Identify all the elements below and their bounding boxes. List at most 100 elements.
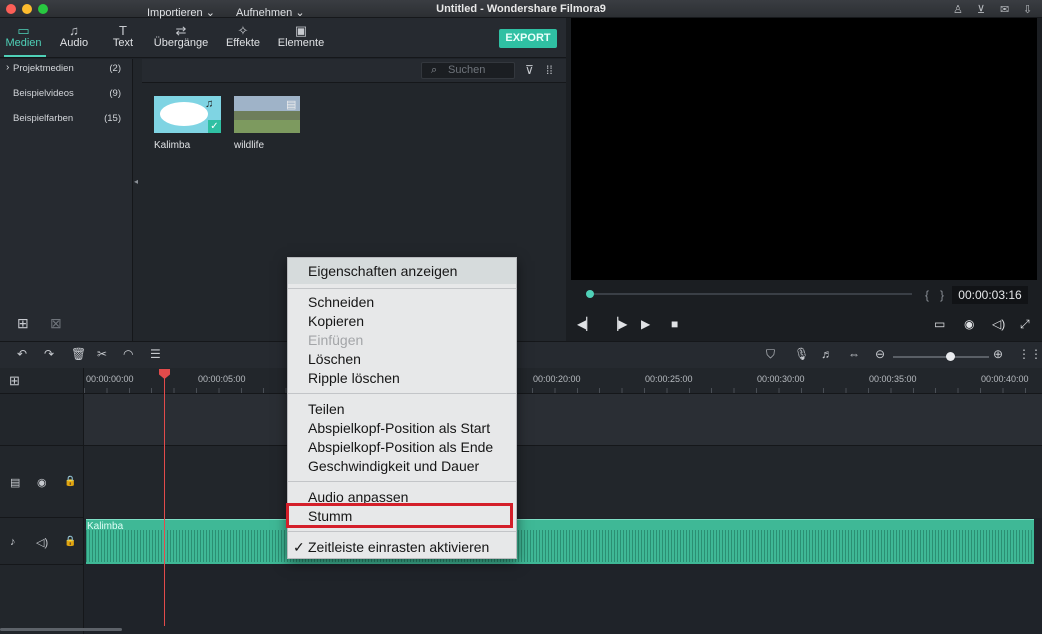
snapshot-icon[interactable]: ◉ bbox=[964, 317, 974, 331]
library-item-label: Projektmedien bbox=[13, 63, 74, 74]
timeline-scrollbar[interactable] bbox=[0, 628, 122, 631]
delete-icon[interactable]: 🗑 bbox=[71, 347, 86, 361]
video-track-header: ▤ ◉ 🔒 bbox=[0, 446, 84, 518]
marker-icon[interactable]: ⛉ bbox=[766, 347, 775, 362]
cut-icon[interactable]: ✂ bbox=[97, 347, 107, 361]
library-item-count: (2) bbox=[109, 63, 121, 74]
menu-item-kopieren[interactable]: Kopieren bbox=[308, 313, 364, 329]
render-preview-icon[interactable]: ▭ bbox=[934, 317, 945, 331]
checkmark-icon: ✓ bbox=[293, 539, 305, 555]
lock-icon[interactable]: 🔒 bbox=[64, 536, 76, 547]
tab-uebergaenge[interactable]: ⇄ Übergänge bbox=[150, 18, 212, 58]
stop-icon[interactable]: ■ bbox=[671, 317, 678, 331]
grid-view-icon[interactable]: ⁞⁞ bbox=[546, 63, 553, 77]
speaker-icon[interactable]: ◁) bbox=[36, 536, 48, 549]
menu-item-teilen[interactable]: Teilen bbox=[308, 401, 345, 417]
add-track-icon[interactable]: ⊞ bbox=[9, 373, 20, 389]
ruler-label: 00:00:30:00 bbox=[757, 374, 805, 384]
audio-mixer-icon[interactable]: ♬ bbox=[821, 347, 833, 361]
tab-label: Text bbox=[112, 37, 134, 49]
timeline-grip-icon[interactable]: ⋮⋮ bbox=[1018, 347, 1042, 361]
tab-label: Audio bbox=[59, 37, 89, 49]
tab-label: Übergänge bbox=[153, 37, 209, 49]
add-folder-icon[interactable]: ⊞ bbox=[17, 315, 29, 332]
tab-label: Effekte bbox=[225, 37, 261, 49]
zoom-slider[interactable] bbox=[893, 356, 989, 358]
tab-effekte[interactable]: ✧ Effekte bbox=[220, 18, 266, 58]
film-icon: ▤ bbox=[10, 477, 21, 489]
redo-icon[interactable]: ↷ bbox=[44, 347, 54, 361]
scrubber-handle[interactable] bbox=[586, 290, 594, 298]
lock-icon[interactable]: 🔒 bbox=[64, 476, 76, 487]
menu-item-ripple-loeschen[interactable]: Ripple löschen bbox=[308, 370, 400, 386]
filter-icon[interactable]: ⊽ bbox=[525, 63, 534, 77]
fullscreen-icon[interactable]: ⤢ bbox=[1020, 317, 1030, 332]
sidebar-collapse-handle[interactable] bbox=[133, 59, 142, 341]
preview-scrubber[interactable] bbox=[590, 293, 912, 295]
video-track[interactable] bbox=[84, 446, 1042, 518]
tab-label: Elemente bbox=[277, 37, 325, 49]
active-tab-indicator bbox=[4, 55, 46, 57]
zoom-in-icon[interactable]: ⊕ bbox=[993, 347, 1003, 361]
delete-folder-icon[interactable]: ⊠ bbox=[50, 315, 62, 332]
menu-item-einfuegen: Einfügen bbox=[308, 332, 364, 348]
preview-timecode: 00:00:03:16 bbox=[952, 286, 1028, 304]
fit-timeline-icon[interactable]: ⇔ bbox=[848, 347, 860, 361]
ruler-label: 00:00:05:00 bbox=[198, 374, 246, 384]
tab-text[interactable]: T Text bbox=[104, 18, 142, 58]
speed-icon[interactable]: ◠ bbox=[123, 347, 133, 361]
tab-elemente[interactable]: ▣ Elemente bbox=[274, 18, 328, 58]
eye-icon[interactable]: ◉ bbox=[37, 476, 47, 489]
mail-icon[interactable]: ✉ bbox=[1000, 3, 1009, 16]
folder-icon: ▭ bbox=[17, 23, 30, 38]
export-button[interactable]: EXPORT bbox=[499, 29, 557, 48]
mark-out-icon[interactable]: } bbox=[940, 288, 944, 302]
next-frame-icon[interactable]: ▕▶ bbox=[609, 317, 627, 331]
undo-icon[interactable]: ↶ bbox=[17, 347, 27, 361]
library-item-label: Beispielvideos bbox=[13, 88, 74, 99]
zoom-out-icon[interactable]: ⊖ bbox=[875, 347, 885, 361]
library-item-beispielfarben[interactable]: Beispielfarben (15) bbox=[0, 110, 133, 126]
tab-medien[interactable]: ▭ Medien bbox=[0, 18, 47, 58]
import-dropdown[interactable]: Importieren ⌄ bbox=[147, 6, 215, 19]
media-thumbnail-wildlife[interactable]: ▤ bbox=[234, 96, 300, 133]
menu-item-abspielkopf-start[interactable]: Abspielkopf-Position als Start bbox=[308, 420, 490, 436]
zoom-slider-handle[interactable] bbox=[946, 352, 955, 361]
media-thumbnail-kalimba[interactable]: ♫ ✓ bbox=[154, 96, 221, 133]
microphone-icon[interactable]: 🎙 bbox=[794, 347, 809, 361]
play-icon[interactable]: ▶ bbox=[641, 317, 650, 331]
tab-label: Medien bbox=[5, 37, 42, 49]
adjust-icon[interactable]: ☰ bbox=[150, 347, 161, 361]
tab-audio[interactable]: ♫ Audio bbox=[52, 18, 96, 58]
record-dropdown[interactable]: Aufnehmen ⌄ bbox=[236, 6, 305, 19]
previous-frame-icon[interactable]: ◀▏ bbox=[577, 317, 595, 331]
account-icon[interactable]: ♙ bbox=[953, 3, 963, 16]
media-name: Kalimba bbox=[154, 140, 191, 151]
menu-item-abspielkopf-ende[interactable]: Abspielkopf-Position als Ende bbox=[308, 439, 493, 455]
playhead-line bbox=[164, 374, 165, 626]
image-icon: ▣ bbox=[294, 23, 308, 38]
ruler-label: 00:00:35:00 bbox=[869, 374, 917, 384]
transition-icon: ⇄ bbox=[175, 23, 187, 38]
library-item-beispielvideos[interactable]: Beispielvideos (9) bbox=[0, 85, 133, 101]
search-icon: ⌕ bbox=[431, 64, 438, 76]
collapse-arrow-icon[interactable]: ◂ bbox=[134, 177, 138, 186]
effects-icon: ✧ bbox=[237, 23, 249, 38]
menu-item-schneiden[interactable]: Schneiden bbox=[308, 294, 374, 310]
video-file-icon: ▤ bbox=[286, 99, 297, 111]
cart-icon[interactable]: ⊻ bbox=[977, 3, 985, 16]
library-item-label: Beispielfarben bbox=[13, 113, 74, 124]
menu-item-zeitleiste-einrasten[interactable]: Zeitleiste einrasten aktivieren bbox=[308, 539, 489, 555]
menu-item-geschwindigkeit[interactable]: Geschwindigkeit und Dauer bbox=[308, 458, 479, 474]
menu-item-eigenschaften[interactable]: Eigenschaften anzeigen bbox=[308, 263, 457, 279]
ruler-label: 00:00:00:00 bbox=[86, 374, 134, 384]
ruler-ticks bbox=[84, 388, 1042, 393]
library-item-projektmedien[interactable]: Projektmedien (2) bbox=[0, 60, 133, 76]
download-icon[interactable]: ⇩ bbox=[1023, 3, 1032, 16]
volume-icon[interactable]: ◁) bbox=[992, 317, 1005, 331]
timeline-track[interactable] bbox=[84, 394, 1042, 446]
menu-item-loeschen[interactable]: Löschen bbox=[308, 351, 361, 367]
track-header-row: ⊞ bbox=[0, 368, 84, 394]
audio-file-icon: ♫ bbox=[205, 98, 214, 110]
mark-in-icon[interactable]: { bbox=[925, 288, 929, 302]
